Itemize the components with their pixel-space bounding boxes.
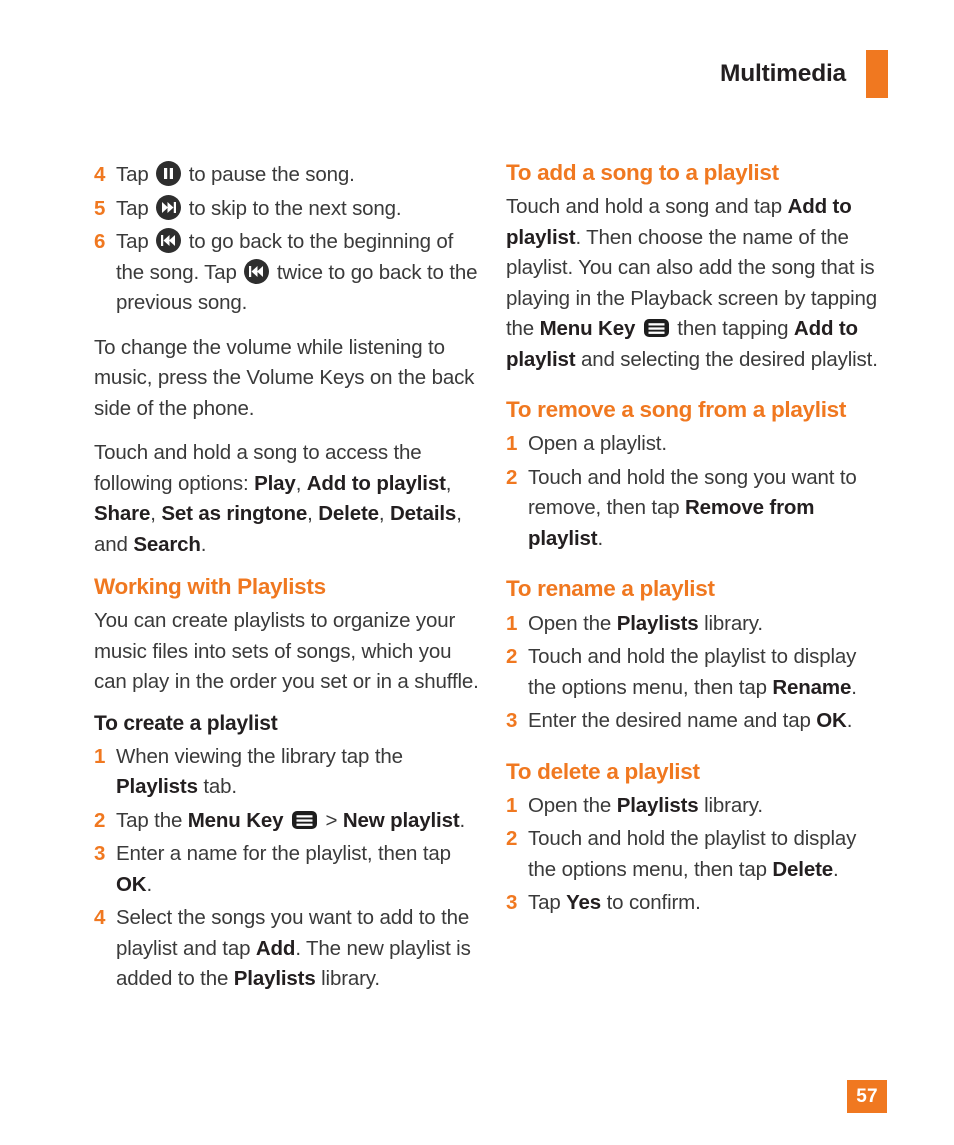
list-item: 6 Tap to go back to the beginning of the … [94,227,486,319]
heading-working-with-playlists: Working with Playlists [94,574,326,599]
emphasis-term: Menu Key [539,317,636,341]
list-item-number: 3 [94,842,106,866]
option-term: Search [133,532,201,556]
list-item: 1 Open the Playlists library. [506,791,888,822]
list-item-number: 1 [506,611,518,635]
heading-to-create-a-playlist: To create a playlist [94,711,278,735]
skip-previous-icon [156,228,182,253]
list-item-number: 3 [506,891,518,915]
volume-paragraph: To change the volume while listening to … [94,335,475,420]
list-item: 2 Tap the Menu Key > New playlist. [94,806,486,837]
delete-playlist-steps-list: 1 Open the Playlists library. 2 Touch and h… [506,791,888,919]
playback-steps-list: 4 Tap to pause the song. 5 Tap to skip to t… [94,160,486,319]
emphasis-term: Menu Key [187,808,284,832]
page-header: Multimedia [720,50,888,98]
list-item: 4 Select the songs you want to add to the… [94,903,486,995]
list-item: 2 Touch and hold the song you want to rem… [506,463,888,555]
list-item: 2 Touch and hold the playlist to display … [506,824,888,885]
emphasis-term: Playlists [116,775,198,799]
page-number-badge: 57 [847,1080,887,1113]
list-item-number: 1 [506,793,518,817]
create-playlist-intro-paragraph: You can create playlists to organize you… [94,609,479,694]
emphasis-term: Remove from playlist [528,496,815,550]
create-playlist-steps-list: 1 When viewing the library tap the Playli… [94,742,486,995]
list-item-number: 1 [506,432,518,456]
list-item: 2 Touch and hold the playlist to display … [506,642,888,703]
remove-song-steps-list: 1 Open a playlist. 2 Touch and hold the son… [506,429,888,554]
list-item-number: 2 [506,645,518,669]
pause-icon [156,161,182,186]
header-accent-bar [866,50,888,98]
emphasis-term: Yes [566,891,602,915]
list-item: 3 Enter a name for the playlist, then tap… [94,839,486,900]
heading-to-rename-a-playlist: To rename a playlist [506,576,715,602]
emphasis-term: New playlist [342,808,460,832]
list-item: 5 Tap to skip to the next song. [94,194,486,225]
list-item: 3 Enter the desired name and tap OK. [506,706,888,737]
touch-hold-options-paragraph: Touch and hold a song to access the foll… [94,441,462,556]
rename-playlist-steps-list: 1 Open the Playlists library. 2 Touch and h… [506,609,888,737]
emphasis-term: Delete [772,857,834,881]
emphasis-term: Add [255,936,296,960]
emphasis-term: Playlists [616,611,699,635]
menu-key-icon [643,319,669,338]
list-item: 1 When viewing the library tap the Playli… [94,742,486,803]
list-item-number: 1 [94,744,106,768]
list-item-number: 2 [506,465,518,489]
list-item-number: 6 [94,230,106,253]
emphasis-term: Playlists [616,793,699,817]
emphasis-term: OK [816,709,847,733]
list-item-number: 2 [506,827,518,851]
list-item-number: 4 [94,906,106,930]
left-column: 4 Tap to pause the song. 5 Tap to skip to t… [94,160,486,1009]
skip-previous-icon [244,258,270,284]
option-term: Delete [318,502,379,525]
option-term: Details [390,502,457,525]
option-term: Set as ringtone [161,502,308,525]
menu-key-icon [291,810,317,829]
list-item: 4 Tap to pause the song. [94,160,486,191]
right-column: To add a song to a playlist Touch and ho… [506,160,888,933]
list-item-number: 4 [94,163,106,186]
option-term: Share [94,502,151,525]
list-item-number: 3 [506,709,518,733]
emphasis-term: Add to playlist [506,195,852,249]
add-song-paragraph: Touch and hold a song and tap Add to pla… [506,195,878,371]
option-term: Play [254,471,296,495]
list-item: 1 Open the Playlists library. [506,609,888,640]
heading-to-add-a-song-to-a-playlist: To add a song to a playlist [506,160,779,185]
emphasis-term: Playlists [233,967,316,991]
skip-next-icon [156,194,182,220]
list-item: 1 Open a playlist. [506,429,888,460]
list-item-number: 5 [94,196,106,220]
list-item: 3 Tap Yes to confirm. [506,888,888,919]
emphasis-term: OK [116,872,147,896]
heading-to-delete-a-playlist: To delete a playlist [506,758,700,784]
heading-to-remove-a-song-from-a-playlist: To remove a song from a playlist [506,397,847,423]
emphasis-term: Rename [772,675,852,699]
list-item-number: 2 [94,808,106,832]
option-term: Add to playlist [306,471,446,495]
page-title: Multimedia [720,59,846,87]
